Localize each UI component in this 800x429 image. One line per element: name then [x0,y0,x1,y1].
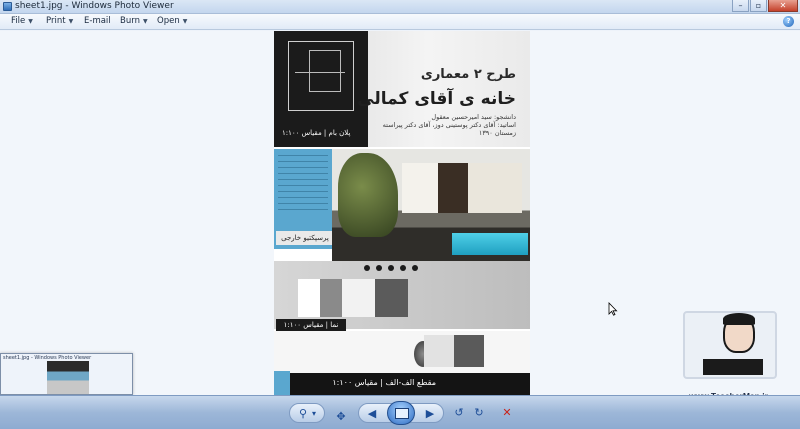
sheet-subtitle: دانشجو: سید امیرحسین معقول اساتید: آقای … [382,113,516,137]
chevron-down-icon: ▼ [142,18,148,25]
section-label: مقطع الف-الف | مقیاس ۱:۱۰۰ [332,378,436,387]
menu-print-label: Print [46,16,66,26]
help-icon[interactable]: ? [783,16,794,27]
exterior-render [332,149,530,261]
watermark-laptop [703,359,763,375]
render-building [402,163,522,213]
chevron-down-icon: ▼ [68,18,74,25]
sheet-title-line2: خانه ی آقای کمالی [357,89,516,109]
menu-open-label: Open [157,16,180,26]
menu-file[interactable]: File ▼ [11,16,33,26]
render-pool [452,233,528,255]
roof-plan-drawing [288,41,354,111]
rotate-clockwise-icon[interactable]: ↻ [470,405,488,421]
sheet-title-line1: طرح ۲ معماری [420,67,516,82]
displayed-image: پلان بام | مقیاس ۱:۱۰۰ طرح ۲ معماری خانه… [274,31,530,395]
menu-burn[interactable]: Burn ▼ [120,16,148,26]
delete-icon[interactable]: ✕ [498,405,516,421]
next-image-icon[interactable]: ▶ [421,406,439,422]
menu-bar: File ▼ Print ▼ E-mail Burn ▼ Open ▼ ? [0,14,800,30]
thumbnail-image [47,361,89,394]
menu-email[interactable]: E-mail [84,16,111,26]
menu-burn-label: Burn [120,16,140,26]
window-controls: – ▫ ✕ [732,0,798,13]
zoom-group: ⚲ ▾ [289,403,325,423]
taskbar-thumbnail-preview[interactable]: sheet1.jpg - Windows Photo Viewer [0,353,133,395]
actual-size-icon[interactable]: ✥ [332,409,350,425]
plan-label: پلان بام | مقیاس ۱:۱۰۰ [282,129,351,137]
description-text-lines [278,155,328,215]
close-button[interactable]: ✕ [768,0,798,12]
title-bar: sheet1.jpg - Windows Photo Viewer – ▫ ✕ [0,0,800,14]
chevron-down-icon: ▼ [182,18,188,25]
menu-email-label: E-mail [84,16,111,26]
slideshow-icon [395,408,409,419]
material-markers [364,265,418,271]
render-tree [338,153,398,237]
menu-open[interactable]: Open ▼ [157,16,187,26]
bottom-toolbar: ⚲ ▾ ✥ ◀ ▶ ↺ ↻ ✕ [0,395,800,429]
zoom-dropdown-icon[interactable]: ▾ [308,406,320,422]
perspective-label: پرسپکتیو خارجی [276,231,334,245]
window-title: sheet1.jpg - Windows Photo Viewer [15,1,174,11]
menu-print[interactable]: Print ▼ [46,16,73,26]
minimize-button[interactable]: – [732,0,749,12]
section-drawing [274,331,530,373]
watermark-character-face [723,313,755,353]
rotate-counterclockwise-icon[interactable]: ↺ [450,405,468,421]
sheet-footer-accent [274,371,290,395]
menu-file-label: File [11,16,26,26]
section-house [424,335,484,367]
slideshow-button[interactable] [387,401,415,425]
photo-viewer-app-icon [3,2,12,11]
mouse-cursor-icon [608,302,618,316]
elevation-house [298,279,408,317]
elevation-label: نما | مقیاس ۱:۱۰۰ [276,319,346,331]
maximize-button[interactable]: ▫ [750,0,767,12]
chevron-down-icon: ▼ [28,18,33,25]
previous-image-icon[interactable]: ◀ [363,406,381,422]
teacherman-watermark: www.TeacherMan.ir [683,311,783,401]
